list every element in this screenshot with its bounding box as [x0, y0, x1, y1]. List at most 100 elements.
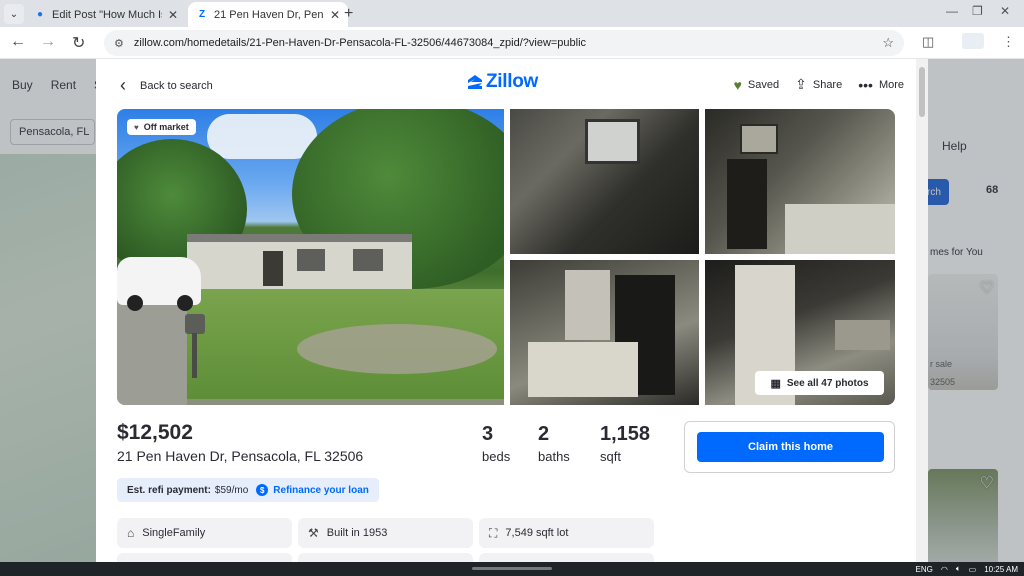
- profile-avatar-icon[interactable]: [962, 33, 984, 49]
- see-all-photos-button[interactable]: ▦ See all 47 photos: [755, 371, 884, 395]
- see-all-label: See all 47 photos: [786, 377, 869, 389]
- off-market-badge: ♥ Off market: [127, 119, 196, 135]
- clock[interactable]: 10:25 AM: [984, 565, 1018, 574]
- reload-icon[interactable]: ↻: [72, 33, 85, 53]
- hammer-icon: ⚒: [308, 526, 319, 540]
- baths-value: 2: [538, 423, 550, 445]
- photo-window: [585, 119, 640, 164]
- gallery-photo[interactable]: [705, 109, 895, 254]
- photo-mailbox: [185, 314, 205, 334]
- back-to-search-button[interactable]: ‹ Back to search: [120, 75, 213, 96]
- tab-title: 21 Pen Haven Dr, Pensacola: [214, 8, 324, 21]
- menu-dots-icon[interactable]: ⋮: [1002, 34, 1015, 50]
- refinance-link[interactable]: Refinance your loan: [273, 485, 369, 496]
- browser-toolbar: ← → ↻ ⚙ zillow.com/homedetails/21-Pen-Ha…: [0, 27, 1024, 59]
- photo-desk: [835, 320, 890, 350]
- new-tab-button[interactable]: +: [344, 5, 353, 23]
- saved-label: Saved: [747, 78, 780, 91]
- zillow-icon: Z: [198, 9, 206, 20]
- fact-row-partial: [298, 553, 473, 562]
- home-details-modal: ‹ Back to search Zillow ♥ Saved ⇪ Share …: [96, 59, 928, 562]
- gallery-photo[interactable]: [510, 109, 699, 254]
- zillow-logo[interactable]: Zillow: [467, 71, 538, 93]
- restore-icon[interactable]: ❐: [972, 4, 983, 18]
- dollar-icon: $: [256, 484, 269, 496]
- more-label: More: [878, 78, 904, 91]
- wifi-icon[interactable]: ◠: [941, 565, 948, 574]
- photo-dresser: [727, 159, 767, 249]
- logo-text: Zillow: [486, 71, 539, 92]
- modal-scrollbar[interactable]: [916, 59, 928, 562]
- sqft-label: sqft: [600, 449, 621, 464]
- tab-strip: ⌄ ● Edit Post "How Much Is My I ✕ Z 21 P…: [0, 0, 1024, 27]
- home-address: 21 Pen Haven Dr, Pensacola, FL 32506: [117, 448, 364, 464]
- refi-label: Est. refi payment:: [127, 484, 211, 496]
- photo-driveway: [117, 299, 187, 405]
- fact-row-partial: [117, 553, 292, 562]
- share-label: Share: [812, 78, 843, 91]
- zillow-logo-icon: [468, 75, 482, 89]
- grid-icon: ▦: [770, 377, 781, 390]
- back-arrow-icon[interactable]: ←: [10, 33, 26, 51]
- back-label: Back to search: [140, 79, 213, 92]
- volume-icon[interactable]: 🔈︎: [956, 564, 961, 574]
- close-tab-icon[interactable]: ✕: [330, 8, 340, 22]
- main-photo[interactable]: ♥ Off market: [117, 109, 504, 405]
- photo-brush-pile: [297, 324, 497, 374]
- address-bar[interactable]: ⚙ zillow.com/homedetails/21-Pen-Haven-Dr…: [104, 30, 904, 56]
- forward-arrow-icon[interactable]: →: [40, 33, 56, 51]
- share-icon: ⇪: [795, 76, 807, 92]
- photo-cloud: [207, 114, 317, 159]
- share-button[interactable]: ⇪ Share: [795, 76, 842, 93]
- heart-filled-icon: ♥: [733, 76, 742, 93]
- map-pin-icon: ●: [36, 9, 44, 20]
- scrollbar-thumb[interactable]: [919, 67, 925, 117]
- refi-payment-banner: Est. refi payment: $59/mo $ Refinance yo…: [117, 478, 379, 502]
- tab-title: Edit Post "How Much Is My I: [52, 8, 162, 21]
- fact-lot-size: ⛶ 7,549 sqft lot: [479, 518, 654, 548]
- fact-label: SingleFamily: [142, 527, 206, 539]
- chevron-left-icon: ‹: [120, 75, 126, 95]
- tab-search-button[interactable]: ⌄: [4, 4, 24, 24]
- home-icon: ⌂: [127, 526, 135, 540]
- lot-icon: ⛶: [489, 525, 498, 540]
- close-tab-icon[interactable]: ✕: [168, 8, 178, 22]
- os-taskbar: ENG ◠ 🔈︎ ▭ 10:25 AM: [0, 562, 1024, 576]
- claim-home-panel: Claim this home: [684, 421, 895, 473]
- tab-edit-post[interactable]: ● Edit Post "How Much Is My I ✕: [26, 2, 186, 27]
- photo-bed: [785, 204, 895, 254]
- photo-wheel: [127, 295, 143, 311]
- heart-icon: ♥: [134, 122, 139, 132]
- saved-button[interactable]: ♥ Saved: [734, 77, 780, 93]
- sqft-stat: 1,158 sqft: [600, 423, 650, 464]
- badge-label: Off market: [143, 122, 189, 132]
- system-tray: ENG ◠ 🔈︎ ▭ 10:25 AM: [907, 564, 1018, 574]
- photo-door: [263, 251, 283, 286]
- taskbar-handle[interactable]: [472, 567, 552, 570]
- close-window-icon[interactable]: ✕: [1000, 4, 1010, 18]
- tab-zillow[interactable]: Z 21 Pen Haven Dr, Pensacola ✕: [188, 2, 348, 27]
- listing-actions: ♥ Saved ⇪ Share ••• More: [718, 76, 904, 93]
- baths-label: baths: [538, 449, 570, 464]
- bookmark-star-icon[interactable]: ☆: [882, 35, 894, 51]
- beds-label: beds: [482, 449, 511, 464]
- fact-label: Built in 1953: [326, 527, 388, 539]
- battery-icon[interactable]: ▭: [969, 565, 977, 574]
- fact-label: 7,549 sqft lot: [505, 527, 569, 539]
- gallery-photo[interactable]: [510, 260, 699, 405]
- beds-stat: 3 beds: [482, 423, 510, 464]
- photo-wheel: [177, 295, 193, 311]
- minimize-icon[interactable]: —: [946, 4, 958, 18]
- photo-window: [353, 249, 383, 271]
- beds-value: 3: [482, 423, 494, 445]
- extensions-icon[interactable]: ◫: [922, 34, 934, 50]
- language-indicator[interactable]: ENG: [915, 565, 932, 574]
- refi-value: $59/mo: [214, 484, 249, 496]
- fact-home-type: ⌂ SingleFamily: [117, 518, 292, 548]
- home-price: $12,502: [117, 421, 193, 444]
- more-button[interactable]: ••• More: [858, 77, 904, 93]
- claim-home-button[interactable]: Claim this home: [697, 432, 884, 462]
- site-info-icon[interactable]: ⚙: [114, 37, 124, 50]
- more-dots-icon: •••: [858, 76, 873, 93]
- photo-shelf: [565, 270, 610, 340]
